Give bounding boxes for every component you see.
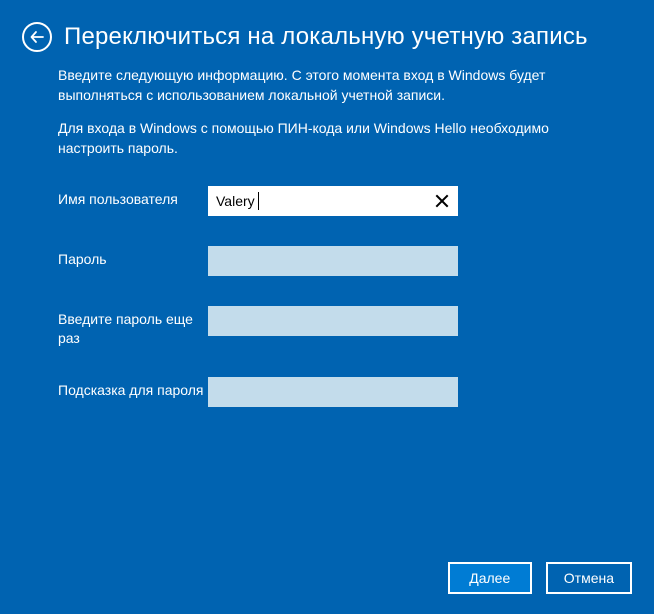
username-label: Имя пользователя [58, 186, 208, 208]
confirm-password-input[interactable] [208, 306, 458, 336]
password-hint-label: Подсказка для пароля [58, 377, 208, 399]
username-input[interactable] [208, 186, 458, 216]
account-form: Имя пользователя Пароль Введите пароль е… [58, 186, 596, 406]
password-label: Пароль [58, 246, 208, 268]
next-button[interactable]: Далее [448, 562, 532, 594]
text-caret [258, 192, 259, 210]
back-button[interactable] [22, 22, 52, 52]
password-hint-input[interactable] [208, 377, 458, 407]
description-line-1: Введите следующую информацию. С этого мо… [58, 66, 596, 105]
clear-username-button[interactable] [428, 186, 456, 216]
confirm-password-label: Введите пароль еще раз [58, 306, 208, 346]
back-arrow-icon [29, 29, 45, 45]
description-line-2: Для входа в Windows с помощью ПИН-кода и… [58, 119, 596, 158]
page-title: Переключиться на локальную учетную запис… [64, 23, 588, 52]
close-icon [435, 194, 449, 208]
cancel-button[interactable]: Отмена [546, 562, 632, 594]
password-input[interactable] [208, 246, 458, 276]
